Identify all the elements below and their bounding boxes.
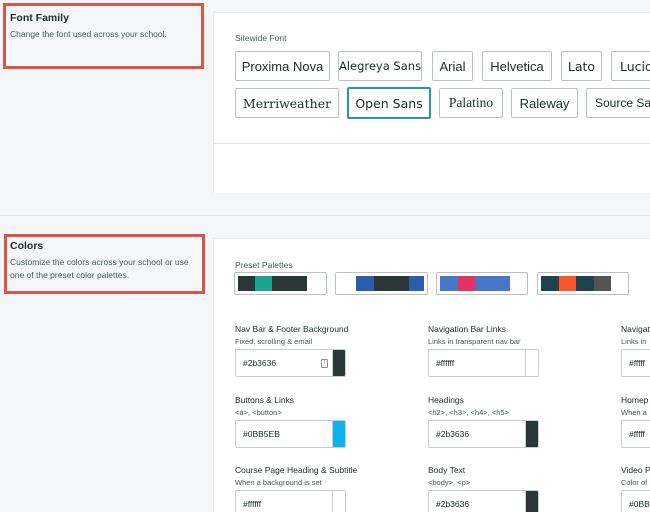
homepage-field-input[interactable]: #fffff: [621, 420, 650, 448]
color-chip[interactable]: [332, 491, 345, 512]
homepage-field-sub: When a: [621, 408, 647, 417]
headings-sub: <h2>, <h3>, <h4>, <h5>: [428, 408, 509, 417]
body-text-input[interactable]: #2b3636: [428, 490, 539, 512]
navigation-bar-links-title: Navigation Bar Links: [428, 324, 506, 334]
font-option-lucida[interactable]: Lucida: [611, 51, 650, 81]
preset-palette-4[interactable]: [537, 272, 629, 295]
navigation-bar-links-sub: Links in transparent nav bar: [428, 337, 521, 346]
course-page-heading-value: #ffffff: [243, 499, 262, 509]
navigation-field-value: #fffff: [629, 358, 645, 368]
video-field-input[interactable]: #0BB: [621, 490, 650, 512]
font-option-arial[interactable]: Arial: [432, 51, 473, 81]
font-option-source-sans[interactable]: Source Sans: [586, 88, 650, 118]
headings-value: #2b3636: [436, 429, 470, 439]
buttons-links-input[interactable]: #0BB5EB: [235, 420, 346, 448]
card-divider: [213, 143, 650, 144]
eyedropper-icon[interactable]: !: [321, 358, 328, 368]
color-chip[interactable]: [332, 350, 345, 376]
navigation-bar-links-input[interactable]: #ffffff: [428, 349, 539, 377]
course-page-heading-sub: When a background is set: [235, 478, 322, 487]
sitewide-font-label: Sitewide Font: [235, 33, 287, 43]
navigation-bar-links-value: #ffffff: [436, 358, 455, 368]
video-field-title: Video P: [621, 465, 650, 475]
video-field-value: #0BB: [629, 499, 650, 509]
color-chip[interactable]: [525, 491, 538, 512]
font-option-raleway[interactable]: Raleway: [511, 88, 578, 118]
nav-bar-footer-bg-value: #2b3636: [243, 358, 277, 368]
preset-palette-1[interactable]: [234, 272, 327, 295]
font-option-open-sans[interactable]: Open Sans: [347, 87, 431, 119]
homepage-field-title: Homep: [621, 395, 649, 405]
body-text-value: #2b3636: [436, 499, 470, 509]
font-option-palatino[interactable]: Palatino: [439, 88, 503, 118]
course-page-heading-input[interactable]: #ffffff: [235, 490, 346, 512]
color-chip[interactable]: [332, 421, 345, 447]
video-field-sub: Color of: [621, 478, 648, 487]
nav-bar-footer-bg-title: Nav Bar & Footer Background: [235, 324, 349, 334]
buttons-links-title: Buttons & Links: [235, 395, 295, 405]
navigation-field-input[interactable]: #fffff: [621, 349, 650, 377]
font-option-proxima-nova[interactable]: Proxima Nova: [235, 51, 330, 81]
headings-input[interactable]: #2b3636: [428, 420, 539, 448]
body-text-sub: <body>, <p>: [428, 478, 471, 487]
navigation-field-sub: Links in: [621, 337, 647, 346]
buttons-links-sub: <a>, <button>: [235, 408, 282, 417]
font-option-lato[interactable]: Lato: [561, 51, 602, 81]
course-page-heading-title: Course Page Heading & Subtitle: [235, 465, 358, 475]
font-option-merriweather[interactable]: Merriweather: [235, 88, 339, 118]
preset-palette-3[interactable]: [436, 272, 528, 295]
homepage-field-value: #fffff: [629, 429, 645, 439]
preset-palette-2[interactable]: [335, 272, 428, 295]
color-chip[interactable]: [525, 421, 538, 447]
navigation-field-title: Navigati: [621, 324, 650, 334]
color-chip[interactable]: [525, 350, 538, 376]
nav-bar-footer-bg-input[interactable]: #2b3636 !: [235, 349, 346, 377]
body-text-title: Body Text: [428, 465, 466, 475]
buttons-links-value: #0BB5EB: [243, 429, 280, 439]
headings-title: Headings: [428, 395, 464, 405]
nav-bar-footer-bg-sub: Fixed, scrolling & email: [235, 337, 313, 346]
font-family-highlight: [3, 3, 204, 69]
section-divider: [0, 215, 650, 216]
preset-palettes-label: Preset Palettes: [235, 260, 293, 270]
font-option-helvetica[interactable]: Helvetica: [482, 51, 552, 81]
colors-highlight: [4, 234, 205, 294]
font-option-alegreya-sans[interactable]: Alegreya Sans: [338, 51, 422, 81]
